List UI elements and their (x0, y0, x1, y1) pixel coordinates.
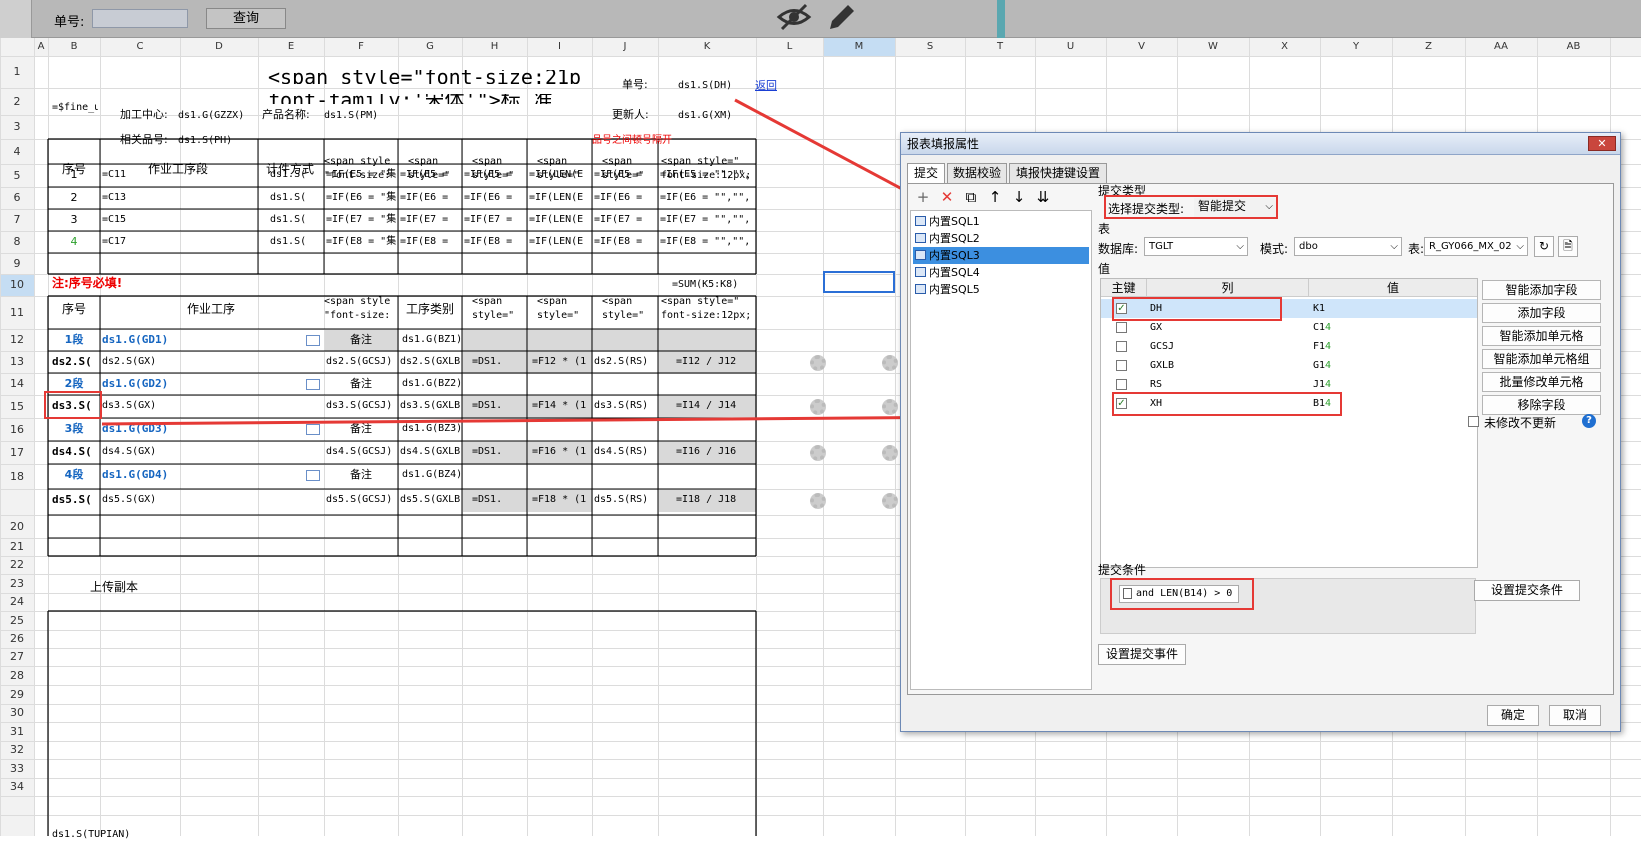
copy-icon[interactable]: ⧉ (962, 188, 980, 206)
schema-select[interactable]: dbo ⌵ (1294, 237, 1402, 256)
primary-key-checkbox[interactable] (1116, 341, 1127, 352)
sql-item[interactable]: 内置SQL5 (913, 281, 1089, 298)
hdr-primary-key: 主键 (1101, 279, 1147, 297)
database-icon (915, 250, 926, 260)
sql-list[interactable]: 内置SQL1 内置SQL2 内置SQL3 内置SQL4 内置SQL5 (910, 210, 1092, 690)
set-condition-button[interactable]: 设置提交条件 (1474, 580, 1580, 601)
sql-item[interactable]: 内置SQL3 (913, 247, 1089, 264)
hdr-value: 值 (1309, 279, 1477, 297)
database-icon (915, 267, 926, 277)
help-icon[interactable]: ? (1582, 414, 1596, 428)
field-table[interactable]: 主键 列 值 ✓ DH K1 GX C14 GCSJ F14 GXLB G14 RS J14 ✓ XH B… (1100, 278, 1478, 568)
ok-button[interactable]: 确定 (1487, 705, 1539, 726)
value-section: 值 (1098, 262, 1111, 276)
cancel-button[interactable]: 取消 (1549, 705, 1601, 726)
tab-data-validation[interactable]: 数据校验 (947, 163, 1007, 183)
dh-highlight (1112, 297, 1282, 321)
chevron-down-icon: ⌵ (1390, 241, 1398, 252)
side-button[interactable]: 批量修改单元格 (1482, 372, 1601, 392)
delete-icon[interactable]: ✕ (938, 188, 956, 206)
db-value: TGLT (1149, 241, 1174, 252)
database-icon (915, 233, 926, 243)
condition-section: 提交条件 (1098, 563, 1147, 577)
table-label: 表: (1408, 242, 1425, 256)
side-button[interactable]: 智能添加字段 (1482, 280, 1601, 300)
tab-submit[interactable]: 提交 (907, 163, 945, 184)
db-select[interactable]: TGLT ⌵ (1144, 237, 1248, 256)
submit-type-highlight (1104, 195, 1278, 219)
sql-item-label: 内置SQL4 (929, 266, 980, 279)
field-row[interactable]: GXLB G14 (1101, 356, 1477, 375)
hdr-column: 列 (1147, 279, 1309, 297)
sql-item-label: 内置SQL3 (929, 249, 980, 262)
dialog-title-bar: 报表填报属性 ✕ (901, 133, 1620, 155)
sql-item-label: 内置SQL2 (929, 232, 980, 245)
table-value: R_GY066_MX_02 (1429, 241, 1512, 252)
primary-key-checkbox[interactable] (1116, 322, 1127, 333)
field-value[interactable]: G14 (1313, 356, 1331, 375)
submit-settings-panel: 提交类型 选择提交类型: 智能提交 ⌵ 表 数据库: TGLT ⌵ 模式: dbo ⌵… (1096, 184, 1613, 694)
chevron-down-icon: ⌵ (1236, 241, 1244, 252)
field-value[interactable]: K1 (1313, 299, 1325, 318)
field-value[interactable]: C14 (1313, 318, 1331, 337)
sql-item[interactable]: 内置SQL1 (913, 213, 1089, 230)
side-button[interactable]: 智能添加单元格组 (1482, 349, 1601, 369)
xh-highlight (1112, 392, 1342, 416)
add-dropdown-icon[interactable]: + (914, 188, 932, 206)
set-event-button[interactable]: 设置提交事件 (1098, 644, 1186, 665)
db-label: 数据库: (1098, 242, 1139, 256)
tab-shortcut-settings[interactable]: 填报快捷键设置 (1009, 163, 1107, 183)
schema-label: 模式: (1260, 242, 1289, 256)
database-icon (915, 284, 926, 294)
refresh-icon[interactable]: ↻ (1534, 236, 1554, 257)
dialog-title: 报表填报属性 (907, 137, 980, 151)
primary-key-checkbox[interactable] (1116, 379, 1127, 390)
side-button[interactable]: 智能添加单元格 (1482, 326, 1601, 346)
condition-highlight (1110, 578, 1254, 610)
field-value[interactable]: F14 (1313, 337, 1331, 356)
chevron-down-icon: ⌵ (1516, 241, 1524, 252)
sql-item[interactable]: 内置SQL2 (913, 230, 1089, 247)
database-icon (915, 216, 926, 226)
sort-icon[interactable]: ⇊ (1034, 188, 1052, 206)
field-column[interactable]: GXLB (1150, 356, 1174, 375)
sql-item-label: 内置SQL5 (929, 283, 980, 296)
side-button[interactable]: 移除字段 (1482, 395, 1601, 415)
field-row[interactable]: GCSJ F14 (1101, 337, 1477, 356)
sql-item-label: 内置SQL1 (929, 215, 980, 228)
schema-value: dbo (1299, 241, 1318, 252)
table-select[interactable]: R_GY066_MX_02 ⌵ (1424, 237, 1528, 256)
no-update-label: 未修改不更新 (1484, 416, 1557, 430)
close-button[interactable]: ✕ (1588, 136, 1616, 151)
move-down-icon[interactable]: ↓ (1010, 188, 1028, 206)
move-up-icon[interactable]: ↑ (986, 188, 1004, 206)
report-fill-properties-dialog[interactable]: 报表填报属性 ✕ 提交 数据校验 填报快捷键设置 + ✕ ⧉ ↑ ↓ ⇊ 内置S… (900, 132, 1621, 732)
field-column[interactable]: GCSJ (1150, 337, 1174, 356)
no-update-checkbox[interactable] (1468, 416, 1479, 427)
sql-item[interactable]: 内置SQL4 (913, 264, 1089, 281)
table-section: 表 (1098, 222, 1111, 236)
preview-icon[interactable]: 🗎 (1558, 236, 1578, 257)
side-button[interactable]: 添加字段 (1482, 303, 1601, 323)
primary-key-checkbox[interactable] (1116, 360, 1127, 371)
